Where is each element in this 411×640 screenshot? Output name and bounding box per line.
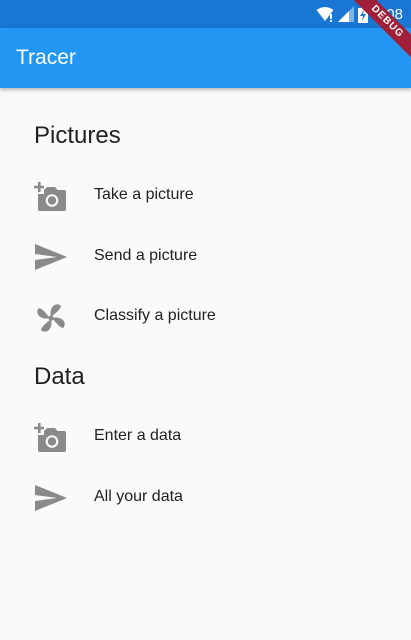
app-bar: Tracer [0, 28, 411, 88]
status-bar: 6:08 [0, 0, 411, 28]
list-item-enter-data[interactable]: Enter a data [0, 409, 411, 465]
pinwheel-icon [37, 304, 65, 332]
add-a-photo-icon [34, 423, 66, 452]
send-icon [35, 485, 67, 511]
list-item-label: Classify a picture [94, 307, 216, 324]
add-a-photo-icon [34, 182, 66, 211]
signal-icon [337, 6, 354, 22]
app-title: Tracer [16, 46, 76, 69]
list-item-classify-picture[interactable]: Classify a picture [0, 289, 411, 345]
list-item-label: Send a picture [94, 247, 198, 264]
section-title-pictures: Pictures [34, 122, 121, 149]
send-icon [35, 244, 67, 270]
list-item-all-data[interactable]: All your data [0, 470, 411, 526]
list-item-label: Enter a data [94, 427, 182, 444]
list-item-label: Take a picture [94, 186, 194, 203]
section-title-data: Data [34, 363, 85, 390]
list-item-take-picture[interactable]: Take a picture [0, 168, 411, 224]
list-item-send-picture[interactable]: Send a picture [0, 229, 411, 285]
list-item-label: All your data [94, 488, 183, 505]
wifi-icon [316, 7, 334, 22]
